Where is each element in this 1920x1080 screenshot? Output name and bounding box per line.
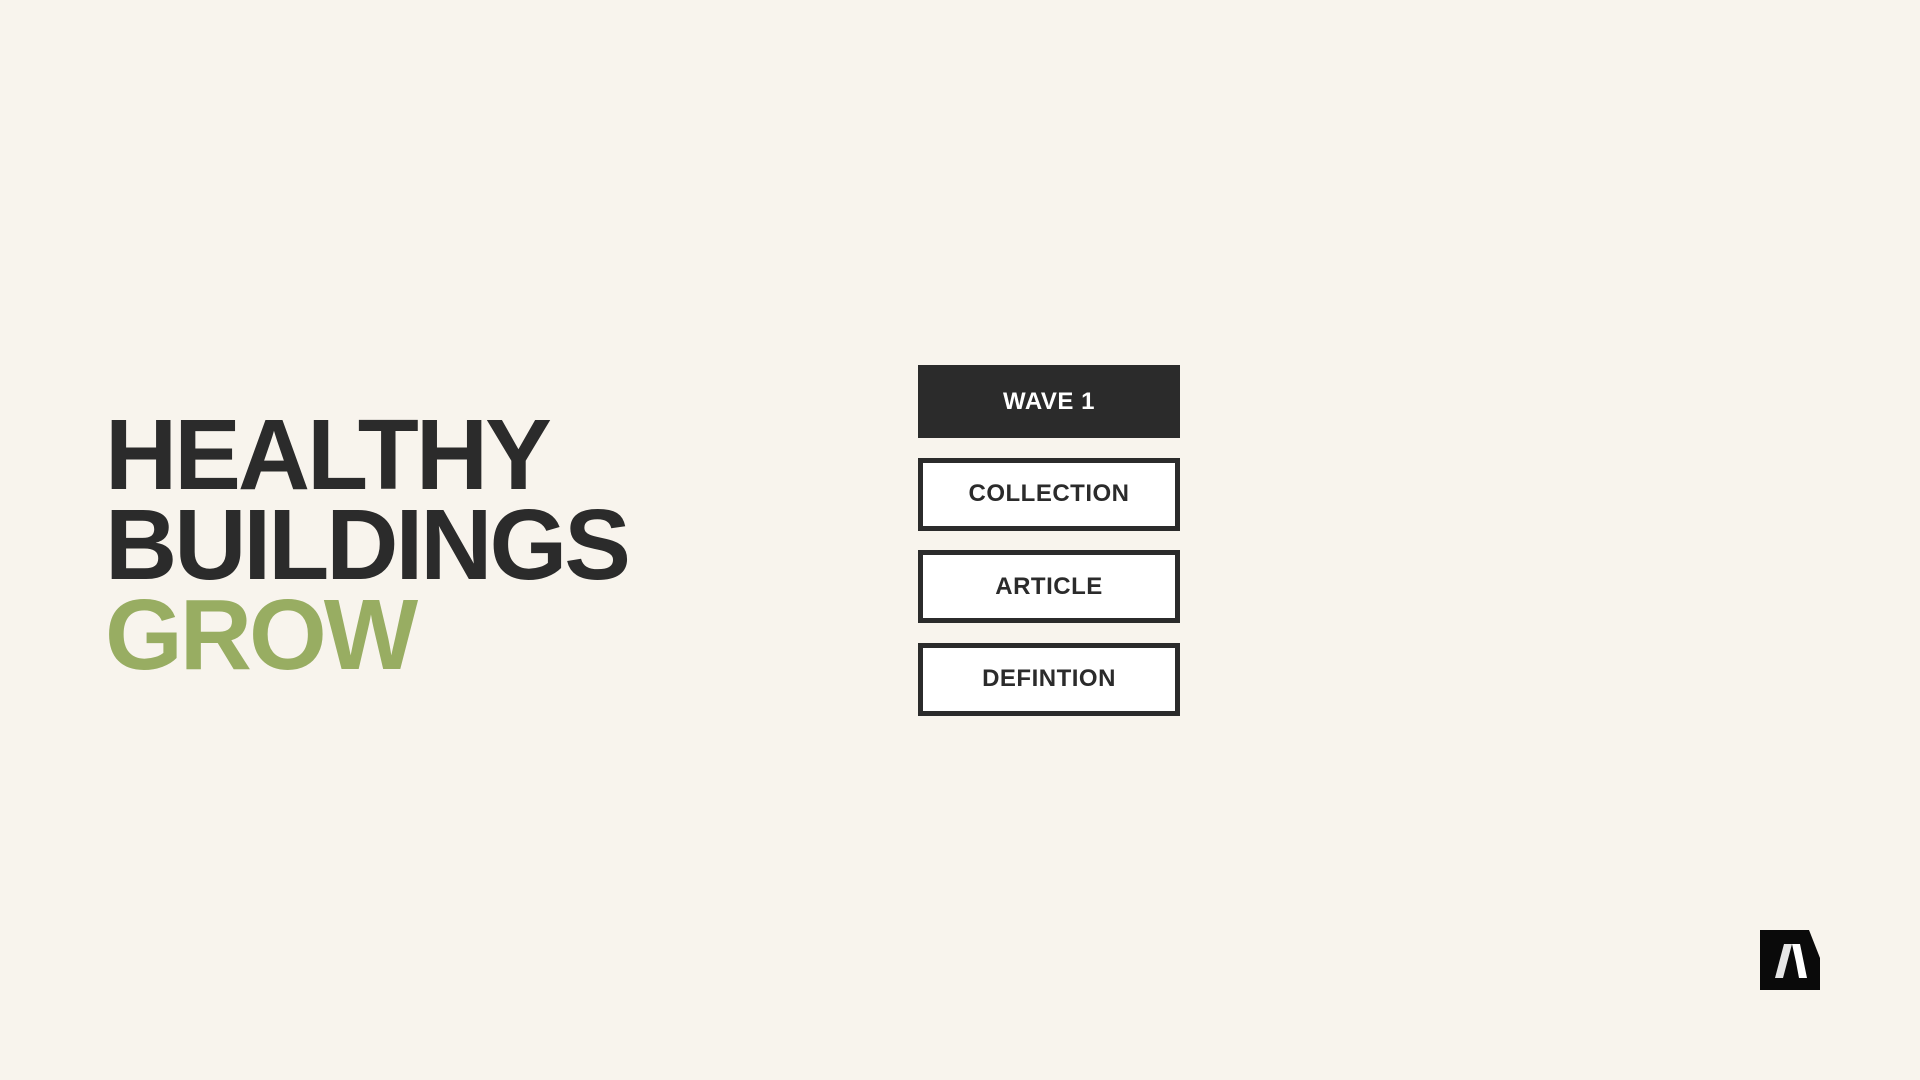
headline: HEALTHY BUILDINGS GROW [105,399,631,691]
collection-button[interactable]: COLLECTION [918,457,1180,531]
headline-line-healthy: HEALTHY [105,399,552,511]
definition-button[interactable]: DEFINTION [918,642,1180,716]
headline-line-grow: GROW [105,579,418,691]
headline-line-buildings: BUILDINGS [105,489,631,601]
brand-logo [1760,930,1820,990]
wave-1-button[interactable]: WAVE 1 [918,365,1180,438]
brand-logo-a-icon [1760,930,1820,990]
article-button[interactable]: ARTICLE [918,550,1180,623]
category-menu: WAVE 1 COLLECTION ARTICLE DEFINTION [918,365,1180,735]
